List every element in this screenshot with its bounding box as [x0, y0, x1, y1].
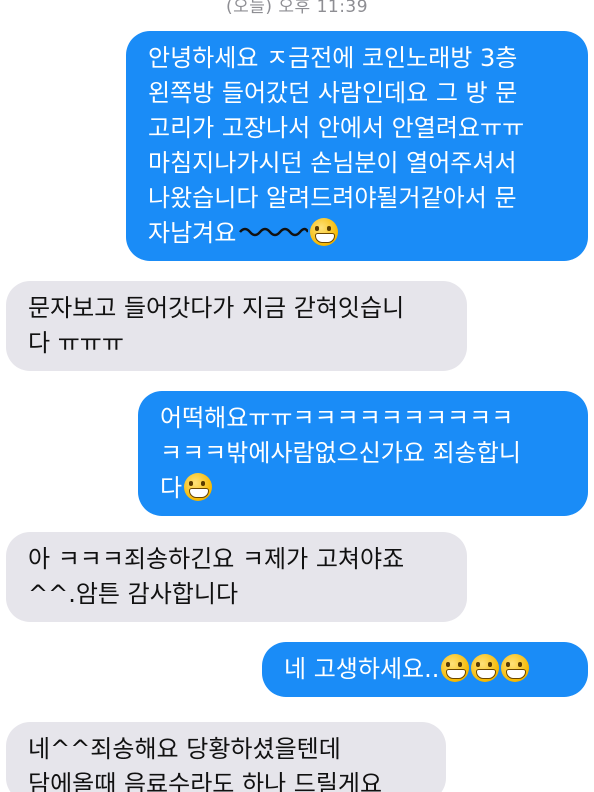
message-bubble-outgoing[interactable]: 어떡해요ㅠㅠㅋㅋㅋㅋㅋㅋㅋㅋㅋㅋ ㅋㅋㅋ밖에사람없으신가요 죄송합니 다 — [138, 391, 588, 516]
message-line: 고리가 고장나서 안에서 안열려요ㅠㅠ — [148, 114, 525, 142]
message-line-last: 자남겨요 — [148, 216, 566, 251]
message-line: 안녕하세요 ㅈ금전에 코인노래방 3층 — [148, 44, 518, 72]
grinning-emoji-icon — [310, 218, 339, 246]
message-bubble-incoming[interactable]: 네^^죄송해요 당황하셨을텐데 담에올때 음료수라도 하나 드릴게요 — [6, 722, 446, 792]
message-line: 어떡해요ㅠㅠㅋㅋㅋㅋㅋㅋㅋㅋㅋㅋ — [160, 404, 514, 432]
message-line: 문자보고 들어갓다가 지금 갇혀잇습니 — [28, 294, 405, 322]
wave-icon — [239, 227, 309, 237]
message-line-last: 다 — [160, 471, 566, 506]
grinning-emoji-icon — [441, 654, 470, 682]
message-line: 마침지나가시던 손님분이 열어주셔서 — [148, 149, 517, 177]
message-line: 다 ㅠㅠㅠ — [28, 329, 124, 357]
message-text: 다 — [160, 474, 183, 502]
grinning-emoji-icon — [471, 654, 500, 682]
message-bubble-outgoing[interactable]: 안녕하세요 ㅈ금전에 코인노래방 3층 왼쪽방 들어갔던 사람인데요 그 방 문… — [126, 31, 588, 261]
timestamp: (오늘) 오후 11:39 — [225, 0, 369, 17]
message-thread[interactable]: (오늘) 오후 11:39 안녕하세요 ㅈ금전에 코인노래방 3층 왼쪽방 들어… — [0, 0, 594, 792]
message-text: 자남겨요 — [148, 219, 237, 247]
message-line: ㅋㅋㅋ밖에사람없으신가요 죄송합니 — [160, 439, 521, 467]
message-line: 나왔습니다 알려드려야될거같아서 문 — [148, 184, 517, 212]
message-line: 네^^죄송해요 당황하셨을텐데 — [28, 735, 341, 763]
sweat-smile-emoji-icon — [184, 473, 213, 501]
message-line-last: 네 고생하세요.. — [284, 652, 566, 687]
message-text: 네 고생하세요.. — [284, 655, 440, 683]
message-line: 아 ㅋㅋㅋ죄송하긴요 ㅋ제가 고쳐야죠 — [28, 545, 405, 573]
message-bubble-outgoing[interactable]: 네 고생하세요.. — [262, 642, 588, 697]
grinning-emoji-icon — [501, 654, 530, 682]
message-line: ^^.암튼 감사합니다 — [28, 580, 239, 608]
message-bubble-incoming[interactable]: 아 ㅋㅋㅋ죄송하긴요 ㅋ제가 고쳐야죠 ^^.암튼 감사합니다 — [6, 532, 467, 622]
message-line: 왼쪽방 들어갔던 사람인데요 그 방 문 — [148, 79, 518, 107]
message-bubble-incoming[interactable]: 문자보고 들어갓다가 지금 갇혀잇습니 다 ㅠㅠㅠ — [6, 281, 467, 371]
message-line: 담에올때 음료수라도 하나 드릴게요 — [28, 770, 383, 792]
